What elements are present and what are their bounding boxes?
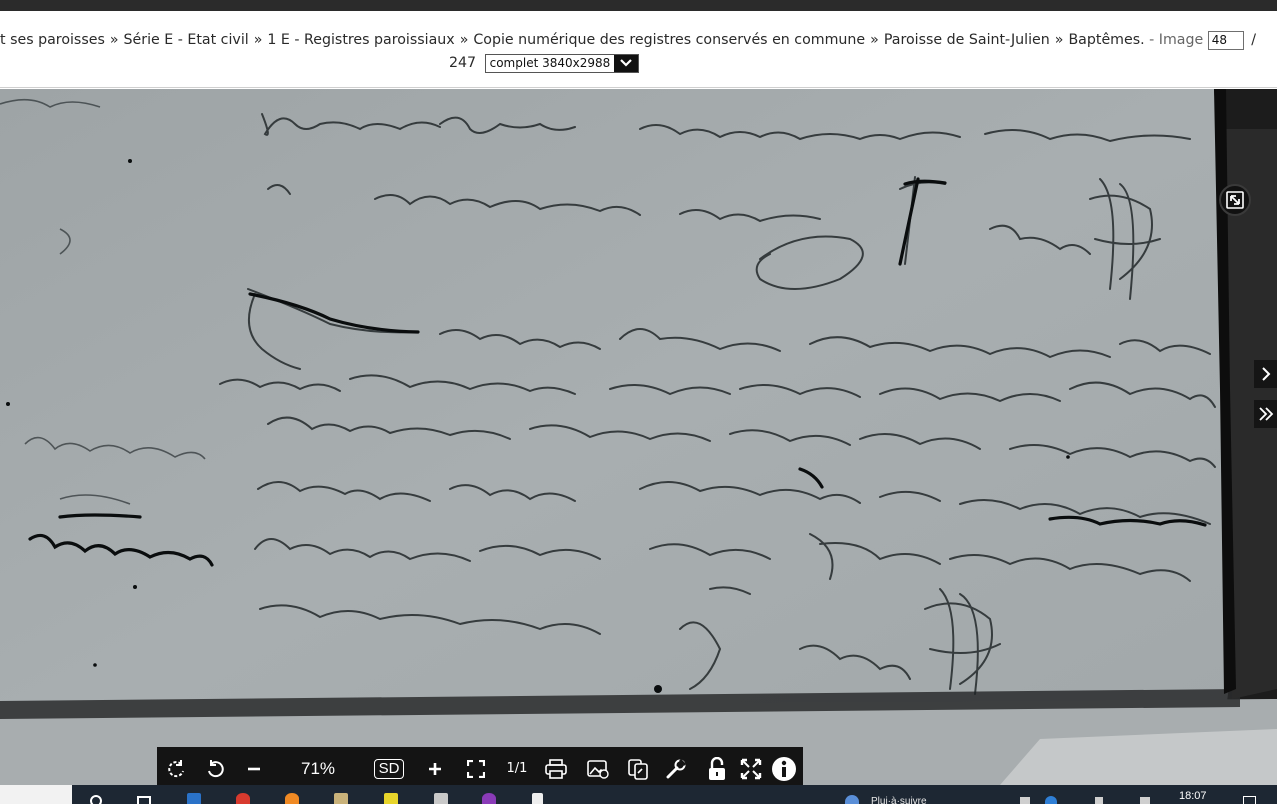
weather-icon[interactable] xyxy=(845,795,859,804)
lock-open-icon xyxy=(709,756,725,780)
rotate-left-button[interactable] xyxy=(163,747,189,790)
lock-button[interactable] xyxy=(704,747,730,790)
tray-volume-icon[interactable] xyxy=(1095,797,1103,804)
task-view-icon[interactable] xyxy=(137,796,151,804)
image-total-row: 247 complet 3840x2988 xyxy=(449,53,640,73)
rotate-right-icon xyxy=(208,759,224,777)
breadcrumb-separator: » xyxy=(1054,32,1064,48)
breadcrumb-item-paroisse[interactable]: Paroisse de Saint-Julien xyxy=(884,32,1050,48)
rotate-right-button[interactable] xyxy=(203,747,229,790)
breadcrumb-item-copie[interactable]: Copie numérique des registres conservés … xyxy=(473,32,865,48)
tray-network-icon[interactable] xyxy=(1020,797,1030,804)
resolution-selected-value: complet 3840x2988 xyxy=(489,55,611,70)
breadcrumb-item-parishes[interactable]: t ses paroisses xyxy=(0,32,105,48)
fullscreen-button[interactable] xyxy=(1219,184,1251,216)
chevron-down-icon xyxy=(614,54,639,72)
actual-size-label: 1/1 xyxy=(506,761,528,776)
plus-icon xyxy=(429,762,441,775)
zoom-value: 71% xyxy=(300,758,336,778)
breadcrumb-header: t ses paroisses» Série E - Etat civil» 1 E… xyxy=(0,11,1277,88)
taskbar-search-box[interactable] xyxy=(0,785,72,804)
image-label: - Image xyxy=(1149,32,1204,48)
copy-link-button[interactable] xyxy=(625,747,651,790)
rotate-left-icon xyxy=(168,759,184,777)
paint-app-icon[interactable] xyxy=(434,793,448,804)
copy-document-icon xyxy=(628,758,648,780)
actual-size-button[interactable]: 1/1 xyxy=(503,747,531,790)
notification-center-icon[interactable] xyxy=(1243,796,1256,804)
fit-to-screen-button[interactable] xyxy=(463,747,489,790)
minus-icon xyxy=(248,767,260,770)
firefox-app-icon[interactable] xyxy=(285,793,299,804)
double-chevron-right-icon xyxy=(1258,407,1273,421)
next-page-button[interactable] xyxy=(1254,360,1277,388)
print-button[interactable] xyxy=(543,747,569,790)
tray-edge-icon[interactable] xyxy=(1045,796,1057,804)
briefcase-app-icon[interactable] xyxy=(187,793,201,804)
breadcrumb-item-baptemes: Baptêmes. xyxy=(1068,32,1145,48)
printer-icon xyxy=(545,758,567,779)
fit-screen-icon xyxy=(467,759,485,778)
breadcrumb-item-registres[interactable]: 1 E - Registres paroissiaux xyxy=(267,32,454,48)
breadcrumb-separator: » xyxy=(253,32,263,48)
document-app-icon[interactable] xyxy=(532,793,543,804)
expand-arrow-icon xyxy=(1226,191,1244,209)
resolution-select[interactable]: complet 3840x2988 xyxy=(484,53,640,73)
document-viewer[interactable] xyxy=(0,89,1277,785)
fullscreen-toggle-button[interactable] xyxy=(738,747,764,790)
chevron-right-icon xyxy=(1261,367,1270,381)
chrome-app-icon[interactable] xyxy=(236,793,250,804)
image-total: 247 xyxy=(449,55,477,71)
breadcrumb: t ses paroisses» Série E - Etat civil» 1 E… xyxy=(0,30,1256,50)
zoom-level: 71% xyxy=(287,747,349,790)
windows-taskbar: Plui·à·suivre 18:07 xyxy=(0,785,1277,804)
tray-battery-icon[interactable] xyxy=(1140,797,1150,804)
breadcrumb-separator: » xyxy=(109,32,119,48)
image-adjust-button[interactable] xyxy=(585,747,611,790)
zoom-out-button[interactable] xyxy=(241,747,267,790)
quality-toggle-button[interactable]: SD xyxy=(369,747,409,790)
taskbar-clock[interactable]: 18:07 xyxy=(1179,790,1207,802)
tray-notification-text: Plui·à·suivre xyxy=(871,796,927,804)
color-wheel-app-icon[interactable] xyxy=(482,793,496,804)
image-slash: / xyxy=(1251,32,1257,48)
arrows-out-icon xyxy=(740,758,762,779)
breadcrumb-separator: » xyxy=(459,32,469,48)
viewer-toolbar: 71% SD 1/1 xyxy=(157,747,803,790)
breadcrumb-item-serie-e[interactable]: Série E - Etat civil xyxy=(124,32,249,48)
breadcrumb-separator: » xyxy=(870,32,879,48)
zoom-in-button[interactable] xyxy=(422,747,448,790)
wrench-icon xyxy=(666,758,686,778)
tools-button[interactable] xyxy=(663,747,689,790)
quality-label: SD xyxy=(373,758,405,779)
notes-app-icon[interactable] xyxy=(384,793,398,804)
image-settings-icon xyxy=(587,759,609,779)
media-app-icon[interactable] xyxy=(334,793,348,804)
image-number-input[interactable] xyxy=(1207,30,1244,50)
last-page-button[interactable] xyxy=(1254,400,1277,428)
search-icon[interactable] xyxy=(90,795,102,804)
window-top-strip xyxy=(0,0,1277,11)
info-icon xyxy=(772,756,796,781)
scanned-register-page xyxy=(0,89,1277,785)
info-button[interactable] xyxy=(770,747,798,790)
